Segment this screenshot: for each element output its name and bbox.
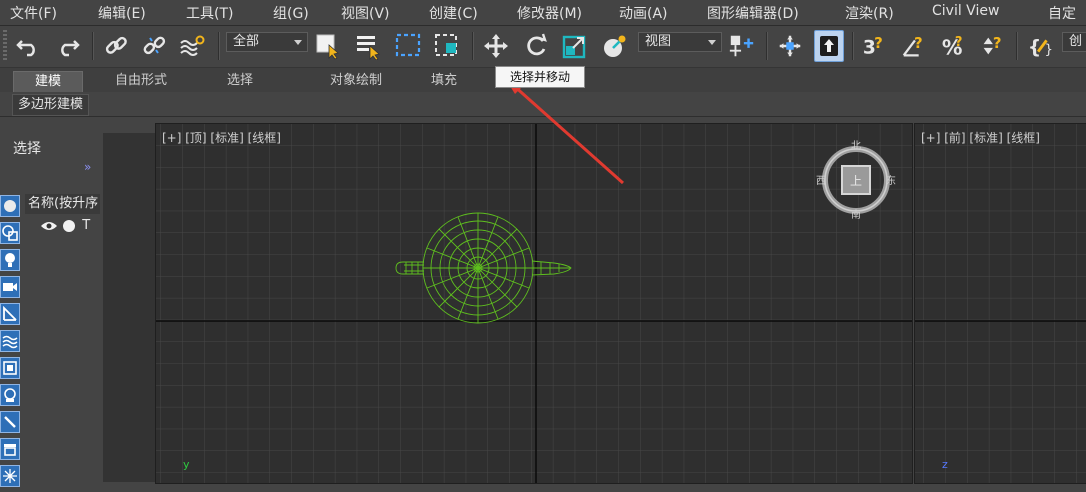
svg-text:?: ?: [993, 34, 1002, 52]
snap-3d-icon[interactable]: 3?: [861, 31, 889, 61]
create-selection-set-value: 创: [1069, 34, 1083, 49]
coordinate-system-dropdown[interactable]: 视图: [638, 32, 722, 52]
move-tooltip: 选择并移动: [495, 66, 585, 88]
object-name: T: [82, 218, 91, 233]
tab-modeling[interactable]: 建模: [13, 71, 83, 92]
bone-icon[interactable]: [0, 411, 20, 433]
placement-icon[interactable]: [600, 31, 628, 61]
axis-z-label: z: [942, 458, 948, 471]
eye-icon[interactable]: [40, 220, 58, 232]
container-icon[interactable]: [0, 438, 20, 460]
viewport-top-label[interactable]: [+] [顶] [标准] [线框]: [162, 129, 281, 146]
particle-icon[interactable]: [0, 465, 20, 487]
menu-rendering[interactable]: 渲染(R): [845, 3, 894, 23]
menu-create[interactable]: 创建(C): [429, 3, 478, 23]
light-icon[interactable]: [0, 249, 20, 271]
tab-populate[interactable]: 填充: [414, 71, 474, 91]
xref-icon[interactable]: [0, 384, 20, 406]
keyboard-shortcut-icon[interactable]: [814, 30, 844, 62]
menu-group[interactable]: 组(G): [273, 3, 309, 23]
chevron-down-icon: [294, 40, 302, 45]
space-warp-icon[interactable]: [0, 330, 20, 352]
link-icon[interactable]: [102, 31, 130, 61]
list-item[interactable]: T: [40, 218, 90, 236]
menu-bar: 文件(F) 编辑(E) 工具(T) 组(G) 视图(V) 创建(C) 修改器(M…: [0, 0, 1086, 26]
menu-file[interactable]: 文件(F): [10, 3, 57, 23]
viewcube-south-label: 南: [851, 208, 861, 221]
tab-object-paint[interactable]: 对象绘制: [290, 71, 422, 91]
angle-snap-icon[interactable]: ?: [900, 31, 928, 61]
panel-divider: [103, 133, 155, 482]
viewport-front[interactable]: [+] [前] [标准] [线框] z: [914, 123, 1086, 484]
toolbar-grip[interactable]: [3, 30, 7, 62]
selection-filter-dropdown[interactable]: 全部: [226, 32, 308, 52]
camera-icon[interactable]: [0, 276, 20, 298]
manipulate-icon[interactable]: [776, 31, 804, 61]
redo-icon[interactable]: [54, 31, 82, 61]
chevron-down-icon: [708, 40, 716, 45]
viewcube-east-label: 东: [886, 174, 896, 187]
scale-icon[interactable]: [561, 31, 589, 61]
bind-space-warp-icon[interactable]: [178, 31, 206, 61]
scene-explorer: 选择 » 名称(按升序 T: [0, 122, 100, 487]
window-crossing-icon[interactable]: [433, 31, 461, 61]
menu-views[interactable]: 视图(V): [341, 3, 390, 23]
render-toggle-icon[interactable]: [62, 219, 76, 233]
menu-civil-view[interactable]: Civil View: [932, 3, 999, 19]
sphere-icon[interactable]: [0, 195, 20, 217]
svg-text:?: ?: [874, 34, 883, 52]
rotate-icon[interactable]: [522, 31, 550, 61]
selection-filter-value: 全部: [233, 34, 260, 49]
svg-text:}: }: [1045, 42, 1053, 57]
viewcube[interactable]: 上 北 南 东 西: [811, 137, 901, 227]
undo-icon[interactable]: [14, 31, 42, 61]
geometry-icon[interactable]: [0, 222, 20, 244]
tab-freeform[interactable]: 自由形式: [92, 71, 190, 91]
menu-edit[interactable]: 编辑(E): [98, 3, 146, 23]
create-selection-set-dropdown[interactable]: 创: [1062, 32, 1086, 52]
viewcube-west-label: 西: [816, 176, 826, 187]
tab-selection[interactable]: 选择: [200, 71, 280, 91]
menu-graph-editors[interactable]: 图形编辑器(D): [707, 3, 799, 23]
select-object-icon[interactable]: [314, 31, 342, 61]
annotation-arrow: [505, 78, 624, 185]
polygon-modeling-button[interactable]: 多边形建模: [12, 94, 90, 116]
coordinate-system-value: 视图: [645, 34, 672, 49]
select-by-name-icon[interactable]: [354, 31, 382, 61]
svg-text:?: ?: [955, 35, 963, 50]
menu-animation[interactable]: 动画(A): [619, 3, 668, 23]
menu-tools[interactable]: 工具(T): [186, 3, 233, 23]
name-column-header[interactable]: 名称(按升序: [25, 194, 100, 214]
use-pivot-icon[interactable]: [728, 31, 756, 61]
unlink-icon[interactable]: [140, 31, 168, 61]
svg-text:?: ?: [914, 34, 923, 52]
helper-icon[interactable]: [0, 303, 20, 325]
viewcube-north-label: 北: [851, 140, 861, 152]
display-filter-toolbar: [0, 195, 22, 492]
menu-customize[interactable]: 自定: [1048, 3, 1076, 23]
axis-y-label: y: [183, 458, 190, 471]
viewport-front-label[interactable]: [+] [前] [标准] [线框]: [921, 129, 1040, 146]
expand-icon[interactable]: »: [84, 160, 91, 174]
group-icon[interactable]: [0, 357, 20, 379]
edit-named-sets-icon[interactable]: {}: [1026, 31, 1054, 61]
front-grid: [915, 124, 1086, 483]
rectangular-selection-icon[interactable]: [394, 31, 422, 61]
move-icon[interactable]: [482, 31, 510, 61]
viewcube-face-label: 上: [850, 174, 862, 188]
scene-explorer-title: 选择: [13, 141, 41, 157]
percent-snap-icon[interactable]: %?: [940, 31, 968, 61]
main-toolbar: 全部 视图 3? ? %? ? {} 创: [0, 26, 1086, 68]
menu-modifiers[interactable]: 修改器(M): [517, 3, 582, 23]
spinner-snap-icon[interactable]: ?: [978, 31, 1006, 61]
